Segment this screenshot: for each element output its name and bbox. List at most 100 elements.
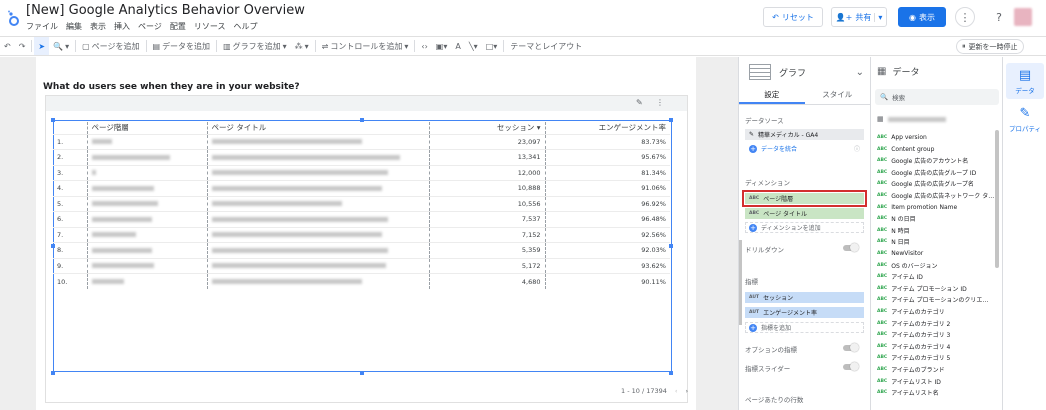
- column-header-page-path[interactable]: ページ階層: [86, 122, 207, 134]
- table-row[interactable]: 2. 13,341 95.67%: [53, 149, 670, 165]
- pagination: 1 - 10 / 17394 ‹ ›: [621, 387, 688, 395]
- resize-handle[interactable]: [669, 371, 673, 375]
- embed-code-icon[interactable]: ‹›: [417, 42, 431, 51]
- field-item[interactable]: ABC アイテムリスト名: [877, 387, 939, 398]
- field-item[interactable]: ABC App version: [877, 132, 927, 143]
- add-metric-button[interactable]: + 指標を追加: [745, 322, 864, 333]
- field-item[interactable]: ABC Item promotion Name: [877, 202, 957, 213]
- field-item[interactable]: ABC アイテムのカテゴリ 3: [877, 329, 950, 340]
- table-row[interactable]: 7. 7,152 92.56%: [53, 226, 670, 243]
- field-type-tag: ABC: [877, 309, 888, 314]
- add-dimension-button[interactable]: + ディメンションを追加: [745, 222, 864, 233]
- table-row[interactable]: 3. 12,000 81.34%: [53, 164, 670, 181]
- table-row[interactable]: 9. 5,172 93.62%: [53, 257, 670, 274]
- add-data-button[interactable]: ▤ データを追加: [149, 41, 215, 52]
- menu-page[interactable]: ページ: [138, 21, 162, 32]
- more-options-icon[interactable]: ⋮: [955, 7, 975, 27]
- column-header-page-title[interactable]: ページ タイトル: [206, 122, 429, 134]
- avatar[interactable]: [1014, 8, 1032, 26]
- dimension-chip-page-path[interactable]: ABC ページ階層: [742, 190, 867, 207]
- resize-handle[interactable]: [360, 371, 364, 375]
- optional-metrics-toggle[interactable]: [843, 343, 859, 352]
- edit-pencil-icon[interactable]: ✎: [636, 98, 643, 107]
- field-item[interactable]: ABC アイテム プロモーション ID: [877, 283, 967, 294]
- field-item[interactable]: ABC アイテムリスト ID: [877, 376, 941, 387]
- shape-icon[interactable]: □▾: [482, 42, 502, 51]
- report-title[interactable]: [New] Google Analytics Behavior Overview: [26, 3, 305, 18]
- table-row[interactable]: 1. 23,097 83.73%: [53, 133, 670, 150]
- field-item[interactable]: ABC N 日目: [877, 236, 910, 247]
- select-cursor-icon[interactable]: ➤: [34, 37, 50, 55]
- field-item[interactable]: ABC NewVisitor: [877, 248, 923, 259]
- properties-scrollbar[interactable]: [739, 240, 742, 325]
- blend-data-button[interactable]: + データを統合 ⓘ: [745, 143, 864, 154]
- rail-property-tab[interactable]: ✎ プロパティ: [1006, 101, 1044, 137]
- add-chart-button[interactable]: ▥ グラフを追加 ▾: [219, 41, 291, 52]
- section-heading[interactable]: What do users see when they are in your …: [43, 82, 300, 92]
- field-item[interactable]: ABC N 時目: [877, 225, 910, 236]
- tab-setup[interactable]: 設定: [739, 87, 805, 104]
- metric-slider-toggle[interactable]: [843, 362, 859, 371]
- field-list-scrollbar[interactable]: [995, 130, 999, 268]
- field-item[interactable]: ABC N の日目: [877, 213, 916, 224]
- engagement-rate-cell: 91.06%: [544, 180, 670, 196]
- tab-style[interactable]: スタイル: [805, 87, 871, 104]
- column-header-sessions[interactable]: セッション ▾: [428, 122, 545, 134]
- undo-icon[interactable]: ↶: [0, 42, 15, 51]
- chart-type-selector[interactable]: グラフ ⌄: [739, 57, 870, 87]
- menu-insert[interactable]: 挿入: [114, 21, 130, 32]
- field-item[interactable]: ABC Google 広告の広告ネットワーク タ…: [877, 190, 994, 201]
- redo-icon[interactable]: ↷: [15, 42, 30, 51]
- menu-resource[interactable]: リソース: [194, 21, 226, 32]
- dimension-chip-page-title[interactable]: ABC ページ タイトル: [745, 208, 864, 219]
- field-search-input[interactable]: 🔍 検索: [875, 89, 999, 105]
- theme-layout-button[interactable]: テーマとレイアウト: [506, 41, 586, 52]
- menu-arrange[interactable]: 配置: [170, 21, 186, 32]
- zoom-button[interactable]: 🔍 ▾: [49, 42, 73, 51]
- image-icon[interactable]: ▣▾: [432, 42, 452, 51]
- metric-chip-sessions[interactable]: AUT セッション: [745, 292, 864, 303]
- field-item[interactable]: ABC アイテムのブランド: [877, 364, 945, 375]
- field-name: アイテム プロモーション ID: [891, 285, 967, 293]
- rail-data-tab[interactable]: ▤ データ: [1006, 63, 1044, 99]
- table-row[interactable]: 8. 5,359 92.03%: [53, 242, 670, 258]
- menu-help[interactable]: ヘルプ: [233, 21, 257, 32]
- share-button[interactable]: 👤+ 共有 ▾: [831, 7, 887, 27]
- field-item[interactable]: ABC アイテム プロモーションのクリエ…: [877, 294, 988, 305]
- menu-edit[interactable]: 編集: [66, 21, 82, 32]
- resize-handle[interactable]: [51, 371, 55, 375]
- line-icon[interactable]: ╲▾: [465, 42, 482, 51]
- field-item[interactable]: ABC Google 広告のアカウント名: [877, 155, 968, 166]
- field-item[interactable]: ABC Google 広告の広告グループ ID: [877, 167, 976, 178]
- text-icon[interactable]: A: [451, 42, 464, 51]
- field-item[interactable]: ABC アイテムのカテゴリ: [877, 306, 945, 317]
- column-header-engagement-rate[interactable]: エンゲージメント率: [544, 122, 670, 134]
- add-page-button[interactable]: ▢ ページを追加: [78, 41, 143, 52]
- table-row[interactable]: 5. 10,556 96.92%: [53, 195, 670, 212]
- field-item[interactable]: ABC アイテム ID: [877, 271, 923, 282]
- datasource-row[interactable]: ▦: [877, 115, 946, 123]
- add-control-button[interactable]: ⇌ コントロールを追加 ▾: [318, 41, 413, 52]
- help-icon[interactable]: ?: [989, 7, 1009, 27]
- menu-view[interactable]: 表示: [90, 21, 106, 32]
- view-button[interactable]: ◉ 表示: [898, 7, 946, 27]
- reset-button[interactable]: ↶ リセット: [763, 7, 823, 27]
- menu-file[interactable]: ファイル: [26, 21, 58, 32]
- field-item[interactable]: ABC アイテムのカテゴリ 4: [877, 341, 950, 352]
- field-item[interactable]: ABC アイテムのカテゴリ 5: [877, 352, 950, 363]
- chevron-left-icon[interactable]: ‹: [675, 387, 678, 395]
- more-vert-icon[interactable]: ⋮: [656, 98, 664, 107]
- community-viz-button[interactable]: ⁂ ▾: [291, 42, 313, 51]
- drilldown-toggle[interactable]: [843, 243, 859, 252]
- field-item[interactable]: ABC Content group: [877, 144, 934, 155]
- field-item[interactable]: ABC アイテムのカテゴリ 2: [877, 318, 950, 329]
- field-item[interactable]: ABC OS のバージョン: [877, 260, 938, 271]
- table-row[interactable]: 6. 7,537 96.48%: [53, 211, 670, 227]
- table-row[interactable]: 10. 4,680 90.11%: [53, 273, 670, 289]
- table-row[interactable]: 4. 10,888 91.06%: [53, 180, 670, 196]
- metric-chip-engagement-rate[interactable]: AUT エンゲージメント率: [745, 307, 864, 318]
- pause-updates-button[interactable]: ⏸ 更新を一時停止: [956, 39, 1024, 54]
- field-item[interactable]: ABC Google 広告の広告グループ名: [877, 178, 974, 189]
- chevron-right-icon[interactable]: ›: [686, 387, 689, 395]
- datasource-chip[interactable]: ✎ 精華メディカル - GA4: [745, 129, 864, 140]
